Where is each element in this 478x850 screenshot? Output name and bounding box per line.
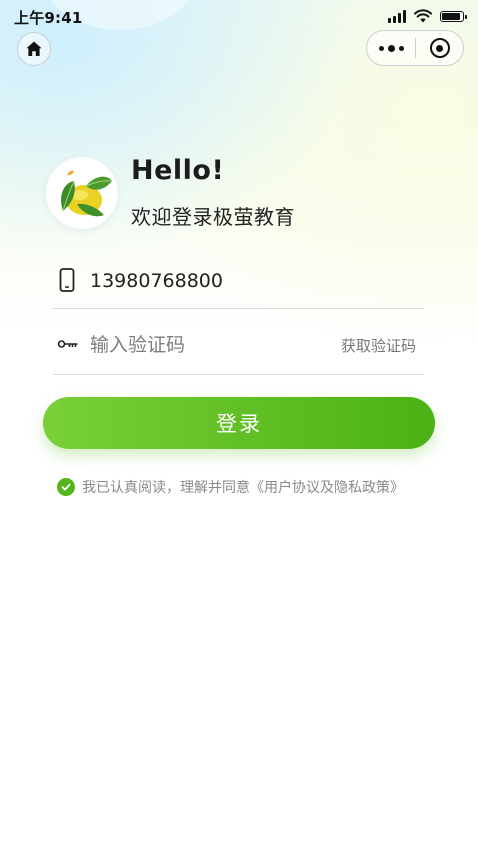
agreement-checkbox[interactable] [57, 478, 75, 496]
status-icons [388, 8, 467, 24]
greeting-title: Hello! [131, 155, 225, 186]
phone-field-row [53, 258, 424, 309]
more-button[interactable] [367, 31, 415, 65]
mobile-phone-icon [59, 268, 75, 292]
status-bar: 上午9:41 [0, 0, 478, 30]
get-code-button[interactable]: 获取验证码 [341, 335, 416, 356]
status-time: 上午9:41 [14, 9, 83, 27]
agreement-text[interactable]: 我已认真阅读，理解并同意《用户协议及隐私政策》 [82, 477, 404, 497]
phone-input[interactable] [90, 264, 410, 298]
lemon-logo-icon [61, 170, 113, 217]
welcome-subtitle: 欢迎登录极萤教育 [131, 205, 295, 229]
logo [46, 157, 118, 229]
mini-program-capsule [366, 30, 464, 66]
verification-code-row: 获取验证码 [53, 322, 424, 375]
target-close-icon [429, 38, 450, 58]
checkmark-icon [61, 483, 71, 491]
more-dots-icon [378, 45, 384, 51]
home-icon [26, 41, 42, 56]
key-icon [57, 340, 78, 348]
verification-code-input[interactable] [90, 328, 320, 362]
wifi-icon [414, 9, 432, 23]
agreement-row: 我已认真阅读，理解并同意《用户协议及隐私政策》 [57, 477, 404, 497]
close-button[interactable] [416, 31, 463, 65]
login-button[interactable]: 登录 [43, 397, 435, 449]
cellular-signal-icon [388, 9, 406, 23]
home-button[interactable] [17, 32, 51, 66]
battery-icon [440, 10, 467, 22]
